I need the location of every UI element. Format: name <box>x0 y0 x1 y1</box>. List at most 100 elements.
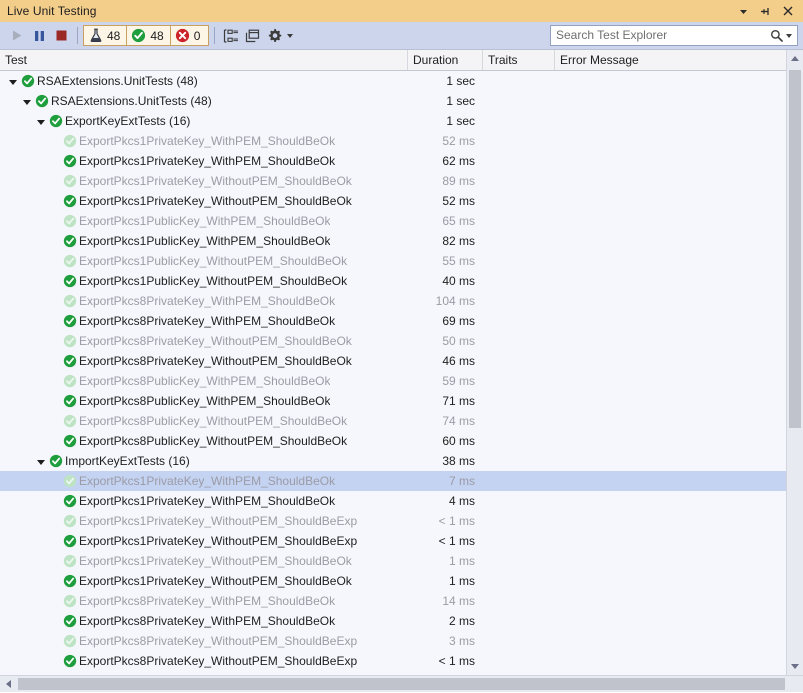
row-duration: 104 ms <box>435 294 475 308</box>
toolbar-separator-1 <box>77 27 78 44</box>
row-test-name-cell: ImportKeyExtTests (16) <box>0 451 408 471</box>
table-row[interactable]: ExportPkcs1PrivateKey_WithPEM_ShouldBeOk… <box>0 151 803 171</box>
search-input[interactable] <box>556 27 769 44</box>
table-row[interactable]: ExportPkcs8PrivateKey_WithoutPEM_ShouldB… <box>0 331 803 351</box>
column-header-duration[interactable]: Duration <box>408 50 483 70</box>
stop-icon[interactable] <box>50 25 72 46</box>
passed-faded-icon <box>61 411 78 431</box>
search-box[interactable] <box>550 25 798 46</box>
search-icon[interactable] <box>769 28 783 43</box>
row-test-name: ExportPkcs8PrivateKey_WithoutPEM_ShouldB… <box>79 354 352 368</box>
failed-icon <box>175 28 190 43</box>
chevron-left-icon <box>6 680 11 688</box>
table-row[interactable]: ExportPkcs8PrivateKey_WithPEM_ShouldBeOk… <box>0 591 803 611</box>
passed-faded-icon <box>61 511 78 531</box>
table-row[interactable]: ExportPkcs1PrivateKey_WithPEM_ShouldBeOk… <box>0 491 803 511</box>
table-row[interactable]: ExportPkcs8PrivateKey_WithPEM_ShouldBeOk… <box>0 611 803 631</box>
chevron-down-icon <box>791 664 799 669</box>
horizontal-scrollbar[interactable] <box>0 675 803 692</box>
run-tests-icon[interactable] <box>6 25 28 46</box>
row-test-name: ExportPkcs8PrivateKey_WithPEM_ShouldBeOk <box>79 294 336 308</box>
table-row[interactable]: ExportPkcs8PrivateKey_WithoutPEM_ShouldB… <box>0 351 803 371</box>
pin-icon[interactable] <box>759 4 772 18</box>
table-row[interactable]: ExportKeyExtTests (16) 1 sec <box>0 111 803 131</box>
table-row[interactable]: ExportPkcs1PrivateKey_WithoutPEM_ShouldB… <box>0 511 803 531</box>
gear-icon[interactable] <box>264 25 286 46</box>
table-row[interactable]: ImportKeyExtTests (16) 38 ms <box>0 451 803 471</box>
scroll-left-button[interactable] <box>0 676 17 693</box>
passed-icon <box>47 451 64 471</box>
row-test-name: ExportPkcs1PublicKey_WithPEM_ShouldBeOk <box>79 234 331 248</box>
passed-icon <box>61 311 78 331</box>
horizontal-scrollbar-thumb[interactable] <box>18 678 785 690</box>
row-test-name: ExportPkcs1PublicKey_WithoutPEM_ShouldBe… <box>79 254 348 268</box>
table-row[interactable]: ExportPkcs1PrivateKey_WithPEM_ShouldBeOk… <box>0 471 803 491</box>
window-title: Live Unit Testing <box>7 4 97 18</box>
table-row[interactable]: ExportPkcs8PrivateKey_WithoutPEM_ShouldB… <box>0 651 803 671</box>
row-test-name: ExportPkcs1PrivateKey_WithPEM_ShouldBeOk <box>79 134 336 148</box>
row-duration: 1 ms <box>448 554 475 568</box>
search-dropdown-caret-icon[interactable] <box>786 33 792 38</box>
table-row[interactable]: ExportPkcs8PrivateKey_WithPEM_ShouldBeOk… <box>0 291 803 311</box>
table-row[interactable]: ExportPkcs1PublicKey_WithPEM_ShouldBeOk 6… <box>0 211 803 231</box>
expander-toggle[interactable] <box>20 91 33 111</box>
expander-toggle[interactable] <box>34 111 47 131</box>
toolbar: 48 48 0 <box>0 22 803 49</box>
column-header-error-message[interactable]: Error Message <box>555 50 803 70</box>
row-test-name-cell: ExportPkcs1PublicKey_WithoutPEM_ShouldBe… <box>0 271 408 291</box>
passed-tests-counter[interactable]: 48 <box>126 26 169 45</box>
expander-toggle[interactable] <box>6 71 19 91</box>
group-by-icon[interactable] <box>220 25 242 46</box>
table-row[interactable]: ExportPkcs8PublicKey_WithoutPEM_ShouldBe… <box>0 411 803 431</box>
row-duration: 59 ms <box>442 374 475 388</box>
table-row[interactable]: ExportPkcs8PrivateKey_WithPEM_ShouldBeOk… <box>0 311 803 331</box>
table-row[interactable]: ExportPkcs8PublicKey_WithoutPEM_ShouldBe… <box>0 431 803 451</box>
title-bar: Live Unit Testing <box>0 0 803 22</box>
row-duration: 1 ms <box>448 574 475 588</box>
table-row[interactable]: ExportPkcs8PublicKey_WithPEM_ShouldBeOk 5… <box>0 371 803 391</box>
table-row[interactable]: ExportPkcs1PrivateKey_WithoutPEM_ShouldB… <box>0 551 803 571</box>
table-row[interactable]: ExportPkcs1PublicKey_WithoutPEM_ShouldBe… <box>0 271 803 291</box>
total-tests-counter[interactable]: 48 <box>84 26 126 45</box>
expander-toggle[interactable] <box>34 451 47 471</box>
scroll-up-button[interactable] <box>787 50 803 67</box>
table-row[interactable]: ExportPkcs1PrivateKey_WithoutPEM_ShouldB… <box>0 191 803 211</box>
table-row[interactable]: ExportPkcs1PrivateKey_WithoutPEM_ShouldB… <box>0 571 803 591</box>
row-duration: < 1 ms <box>438 654 475 668</box>
window-layout-icon[interactable] <box>242 25 264 46</box>
row-test-name: ExportKeyExtTests (16) <box>65 114 191 128</box>
vertical-scrollbar-thumb[interactable] <box>789 70 801 428</box>
row-duration: 4 ms <box>448 494 475 508</box>
table-row[interactable]: RSAExtensions.UnitTests (48) 1 sec <box>0 71 803 91</box>
column-header-traits[interactable]: Traits <box>483 50 555 70</box>
close-icon[interactable] <box>781 4 794 18</box>
table-row[interactable]: ExportPkcs1PublicKey_WithoutPEM_ShouldBe… <box>0 251 803 271</box>
vertical-scrollbar[interactable] <box>786 50 803 675</box>
settings-dropdown-caret-icon[interactable] <box>286 33 293 38</box>
passed-faded-icon <box>61 591 78 611</box>
table-row[interactable]: ExportPkcs1PrivateKey_WithoutPEM_ShouldB… <box>0 531 803 551</box>
column-header-test[interactable]: Test <box>0 50 408 70</box>
table-row[interactable]: ExportPkcs1PrivateKey_WithoutPEM_ShouldB… <box>0 171 803 191</box>
table-row[interactable]: ExportPkcs1PublicKey_WithPEM_ShouldBeOk 8… <box>0 231 803 251</box>
row-test-name-cell: ExportPkcs8PublicKey_WithPEM_ShouldBeOk <box>0 391 408 411</box>
row-test-name-cell: ExportPkcs8PublicKey_WithoutPEM_ShouldBe… <box>0 431 408 451</box>
passed-icon <box>61 391 78 411</box>
passed-tests-count: 48 <box>150 28 164 43</box>
table-row[interactable]: ExportPkcs8PrivateKey_WithoutPEM_ShouldB… <box>0 631 803 651</box>
scroll-down-button[interactable] <box>787 658 803 675</box>
row-test-name-cell: ExportPkcs1PrivateKey_WithoutPEM_ShouldB… <box>0 551 408 571</box>
chevron-down-icon[interactable] <box>737 4 750 18</box>
row-test-name-cell: ExportPkcs1PublicKey_WithoutPEM_ShouldBe… <box>0 251 408 271</box>
table-row[interactable]: ExportPkcs1PrivateKey_WithPEM_ShouldBeOk… <box>0 131 803 151</box>
pause-icon[interactable] <box>28 25 50 46</box>
failed-tests-counter[interactable]: 0 <box>169 26 208 45</box>
table-row[interactable]: RSAExtensions.UnitTests (48) 1 sec <box>0 91 803 111</box>
table-row[interactable]: ExportPkcs8PublicKey_WithPEM_ShouldBeOk 7… <box>0 391 803 411</box>
